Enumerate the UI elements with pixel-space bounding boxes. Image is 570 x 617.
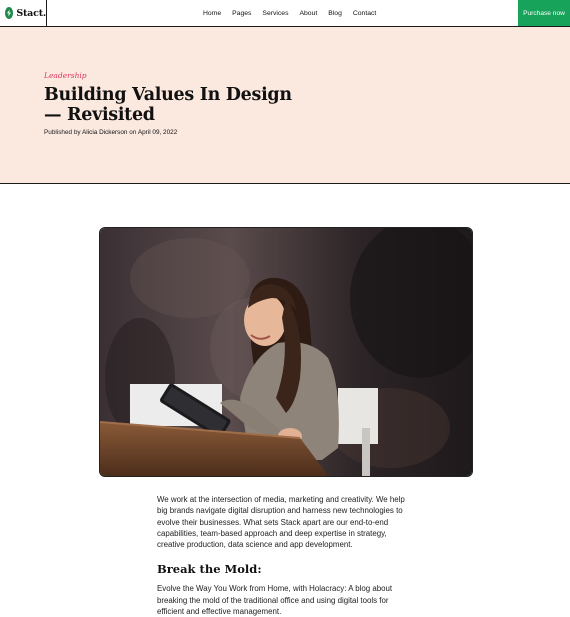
nav-home[interactable]: Home [203,10,221,17]
purchase-now-button[interactable]: Purchase now [518,0,570,26]
logo[interactable]: Stact. [0,0,47,26]
byline-on: on [129,129,137,136]
site-header: Stact. Home Pages Services About Blog Co… [0,0,570,27]
nav-blog[interactable]: Blog [328,10,342,17]
brand-name: Stact. [16,7,46,19]
article-body: We work at the intersection of media, ma… [157,494,415,617]
nav-pages[interactable]: Pages [232,10,251,17]
intro-paragraph: We work at the intersection of media, ma… [157,495,405,550]
post-hero: Leadership Building Values In Design — R… [0,27,570,184]
section-heading: Break the Mold: [157,562,262,577]
main-nav: Home Pages Services About Blog Contact [203,0,387,26]
post-title: Building Values In Design — Revisited [44,85,292,125]
nav-about[interactable]: About [299,10,317,17]
author-link[interactable]: Alicia Dickerson [82,129,127,136]
woman-with-tablet-photo [100,228,472,476]
post-date: April 09, 2022 [137,129,178,136]
feature-image [99,227,473,477]
body-paragraph: Evolve the Way You Work from Home, with … [157,584,393,617]
nav-contact[interactable]: Contact [353,10,376,17]
post-category[interactable]: Leadership [44,71,87,80]
bolt-icon [5,7,14,19]
post-byline: Published by Alicia Dickerson on April 0… [44,129,177,136]
byline-prefix: Published by [44,129,81,136]
nav-services[interactable]: Services [262,10,288,17]
